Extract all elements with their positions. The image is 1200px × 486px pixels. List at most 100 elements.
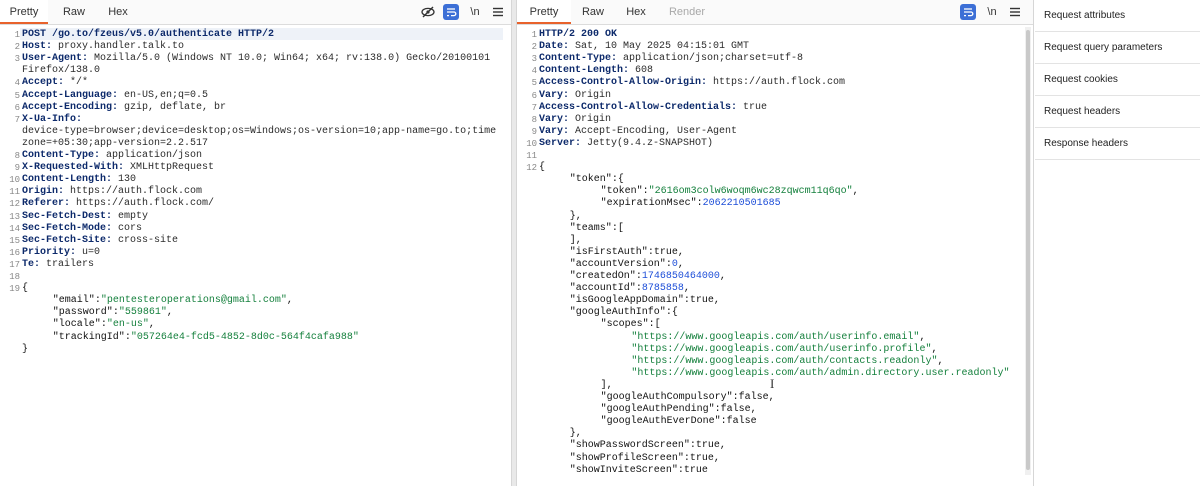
header-name: Te:: [22, 258, 41, 270]
hamburger-menu-icon[interactable]: [1007, 4, 1023, 20]
request-pane: Pretty Raw Hex \n 1 POST /go.to/fzeus/v5.…: [0, 0, 512, 486]
header-value: Accept-Encoding, User-Agent: [569, 125, 738, 137]
header-line: Date: Sat, 10 May 2025 04:15:01 GMT: [539, 41, 749, 53]
json-line: "showInviteScreen":true: [539, 465, 708, 477]
json-line: "accountVersion":0,: [539, 259, 684, 271]
header-name: Accept:: [22, 77, 65, 89]
line-number: 12: [526, 163, 537, 174]
line-number: 1: [531, 30, 537, 40]
header-line: Sec-Fetch-Site: cross-site: [22, 235, 178, 247]
request-tab-raw[interactable]: Raw: [52, 0, 96, 24]
json-punct: {: [539, 162, 546, 174]
json-line: "scopes":[: [539, 319, 661, 331]
json-key: "scopes": [600, 319, 649, 331]
json-line: "accountId":8785858,: [539, 283, 690, 295]
header-value: device-type=browser;device=desktop;os=Wi…: [22, 125, 497, 137]
header-line: Priority: u=0: [22, 247, 100, 259]
header-value: https://auth.flock.com/: [70, 198, 215, 210]
header-line: Content-Type: application/json;charset=u…: [539, 53, 803, 65]
request-editor[interactable]: 1 POST /go.to/fzeus/v5.0/authenticate HTT…: [0, 27, 511, 486]
line-number: 2: [14, 42, 20, 53]
response-tab-render[interactable]: Render: [659, 0, 715, 24]
json-punct: :true: [677, 464, 708, 476]
inspector-request-headers[interactable]: Request headers: [1035, 96, 1200, 128]
header-value: zone=+05:30;app-version=2.2.517: [22, 137, 209, 149]
line-number: [0, 295, 20, 307]
line-number: [517, 307, 537, 319]
json-punct: },: [569, 210, 582, 222]
response-tab-pretty[interactable]: Pretty: [517, 0, 571, 24]
header-value: gzip, deflate, br: [118, 101, 227, 113]
header-line: Origin: https://auth.flock.com: [22, 186, 202, 198]
wrap-lines-icon[interactable]: [960, 4, 976, 20]
response-scrollbar-thumb[interactable]: [1026, 30, 1030, 470]
line-number: 3: [14, 54, 20, 65]
hamburger-menu-icon[interactable]: [490, 4, 506, 20]
line-number: [517, 271, 537, 283]
line-number: [0, 319, 20, 331]
line-number: [517, 416, 537, 428]
header-line: Sec-Fetch-Dest: empty: [22, 211, 148, 223]
inspector-request-cookies[interactable]: Request cookies: [1035, 64, 1200, 96]
json-key: "email": [52, 295, 95, 307]
inspector-response-headers[interactable]: Response headers: [1035, 128, 1200, 160]
header-name: Content-Length:: [539, 65, 630, 77]
json-line: "trackingId":"057264e4-fcd5-4852-8d0c-56…: [22, 332, 359, 344]
header-value: XMLHttpRequest: [124, 162, 215, 174]
header-line: Accept: */*: [22, 77, 88, 89]
line-number: 11: [526, 151, 537, 161]
json-punct: :[: [648, 319, 661, 331]
newline-toggle-button[interactable]: \n: [466, 4, 484, 20]
json-line: },: [539, 428, 582, 440]
header-line: device-type=browser;device=desktop;os=Wi…: [22, 126, 496, 138]
header-name: Sec-Fetch-Mode:: [22, 222, 113, 234]
header-value: https://auth.flock.com: [707, 77, 846, 89]
json-line: "token":{: [539, 174, 624, 186]
wrap-lines-icon[interactable]: [443, 4, 459, 20]
inspector-request-query-parameters[interactable]: Request query parameters: [1035, 32, 1200, 64]
line-number: 10: [526, 138, 537, 149]
header-line: Host: proxy.handler.talk.to: [22, 41, 184, 53]
inspector-request-attributes[interactable]: Request attributes: [1035, 0, 1200, 32]
json-punct: ,: [286, 295, 293, 307]
json-punct: :true,: [683, 452, 720, 464]
line-number: [517, 380, 537, 392]
request-tab-hex[interactable]: Hex: [98, 0, 138, 24]
line-number: [517, 332, 537, 344]
line-number: [517, 368, 537, 380]
response-tab-raw[interactable]: Raw: [573, 0, 613, 24]
line-number: [517, 235, 537, 247]
header-value: Jetty(9.4.z-SNAPSHOT): [581, 137, 714, 149]
header-line: Content-Length: 130: [22, 174, 136, 186]
response-editor[interactable]: 1 HTTP/2 200 OK 2 Date: Sat, 10 May 2025 04…: [517, 27, 1033, 486]
request-tab-pretty[interactable]: Pretty: [0, 0, 48, 24]
header-line: POST /go.to/fzeus/v5.0/authenticate HTTP…: [22, 29, 274, 41]
json-key: "token": [600, 186, 643, 198]
eye-off-icon[interactable]: [420, 4, 436, 20]
header-name: Content-Type:: [22, 150, 101, 161]
json-line: "googleAuthCompulsory":false,: [539, 392, 775, 404]
line-number: [517, 319, 537, 331]
header-name: Vary:: [539, 113, 570, 125]
line-number: 3: [531, 54, 537, 65]
json-punct: ],: [600, 379, 613, 391]
line-number: 15: [9, 235, 20, 246]
header-value: u=0: [76, 246, 101, 258]
json-punct: :true,: [647, 246, 684, 258]
json-line: "googleAuthEverDone":false: [539, 416, 757, 428]
header-value: Sat, 10 May 2025 04:15:01 GMT: [569, 41, 750, 53]
header-line: Firefox/138.0: [22, 65, 100, 77]
newline-toggle-button[interactable]: \n: [983, 4, 1001, 20]
response-tab-hex[interactable]: Hex: [617, 0, 655, 24]
header-value: trailers: [40, 258, 95, 270]
header-name: X-Requested-With:: [22, 162, 125, 174]
json-line: },: [539, 211, 582, 223]
line-number: [517, 259, 537, 271]
json-key: "showInviteScreen": [569, 464, 678, 476]
json-string: "en-us": [106, 319, 149, 331]
json-line: "createdOn":1746850464000,: [539, 271, 726, 283]
line-number: [517, 174, 537, 186]
json-punct: ],: [569, 234, 582, 246]
json-line: {: [539, 162, 545, 174]
json-key: "googleAuthEverDone": [600, 416, 721, 428]
